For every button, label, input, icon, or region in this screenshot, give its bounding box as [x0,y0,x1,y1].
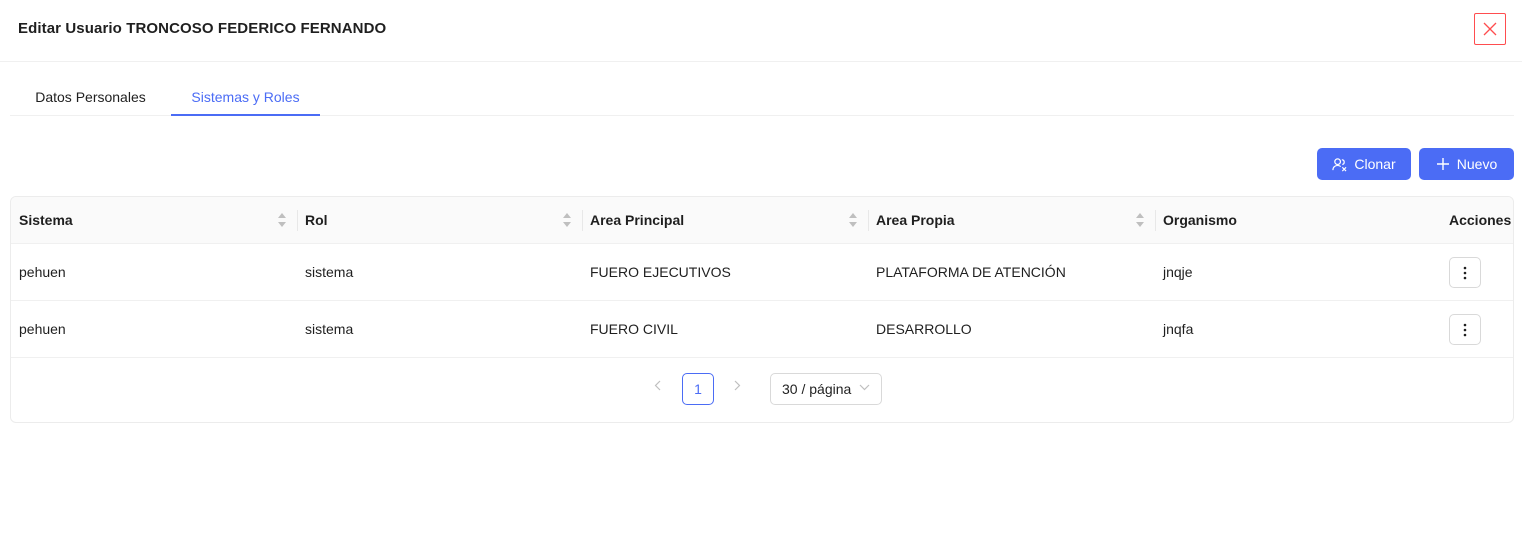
new-button[interactable]: Nuevo [1419,148,1514,180]
sort-icon[interactable] [278,213,286,227]
cell-rol: sistema [305,321,354,337]
next-page-button[interactable] [727,375,747,395]
active-tab-indicator [171,114,320,116]
more-vertical-icon [1463,323,1467,336]
clone-user-icon [1332,157,1347,171]
cell-area-propia: DESARROLLO [876,321,972,337]
chevron-right-icon [734,380,740,390]
column-header-label: Sistema [19,212,73,228]
previous-page-button[interactable] [647,375,667,395]
column-header-organismo: Organismo [1155,197,1441,244]
cell-sistema: pehuen [19,264,66,280]
row-actions-button[interactable] [1449,257,1481,288]
column-header-acciones: Acciones [1441,197,1513,244]
tab-sistemas-y-roles[interactable]: Sistemas y Roles [171,76,320,116]
column-header-sistema[interactable]: Sistema [11,197,297,244]
chevron-down-icon [859,384,870,391]
page-size-select[interactable]: 30 / página [770,373,882,405]
tab-bar: Datos Personales Sistemas y Roles [10,76,1514,116]
modal-title: Editar Usuario TRONCOSO FEDERICO FERNAND… [18,20,387,37]
cell-area-principal: FUERO EJECUTIVOS [590,264,731,280]
plus-icon [1436,158,1449,170]
modal-header: Editar Usuario TRONCOSO FEDERICO FERNAND… [0,0,1522,62]
table-row: pehuen sistema FUERO EJECUTIVOS PLATAFOR… [11,244,1513,301]
sort-icon[interactable] [1136,213,1144,227]
page-number-button[interactable]: 1 [682,373,714,405]
new-button-label: Nuevo [1456,156,1498,172]
page-size-value: 30 / página [782,381,852,397]
sort-icon[interactable] [849,213,857,227]
cell-organismo: jnqfa [1163,321,1194,337]
clone-button[interactable]: Clonar [1317,148,1411,180]
column-header-label: Acciones [1449,212,1512,228]
cell-area-principal: FUERO CIVIL [590,321,678,337]
row-actions-button[interactable] [1449,314,1481,345]
table-row: pehuen sistema FUERO CIVIL DESARROLLO jn… [11,301,1513,358]
column-header-label: Area Propia [876,212,955,228]
cell-rol: sistema [305,264,354,280]
column-header-area-propia[interactable]: Area Propia [868,197,1155,244]
pagination: 1 30 / página [11,359,1513,407]
cell-organismo: jnqje [1163,264,1193,280]
clone-button-label: Clonar [1354,156,1396,172]
close-icon [1483,22,1497,36]
column-header-label: Organismo [1163,212,1237,228]
more-vertical-icon [1463,266,1467,279]
table-header: Sistema Rol Area Principal Area Propia O… [11,197,1513,244]
tab-datos-personales[interactable]: Datos Personales [10,76,171,116]
column-header-area-principal[interactable]: Area Principal [582,197,868,244]
chevron-left-icon [654,380,660,390]
cell-sistema: pehuen [19,321,66,337]
column-header-rol[interactable]: Rol [297,197,582,244]
cell-area-propia: PLATAFORMA DE ATENCIÓN [876,264,1066,280]
close-button[interactable] [1474,13,1506,45]
column-header-label: Area Principal [590,212,685,228]
column-header-label: Rol [305,212,328,228]
roles-table: Sistema Rol Area Principal Area Propia O… [10,196,1514,423]
sort-icon[interactable] [563,213,571,227]
